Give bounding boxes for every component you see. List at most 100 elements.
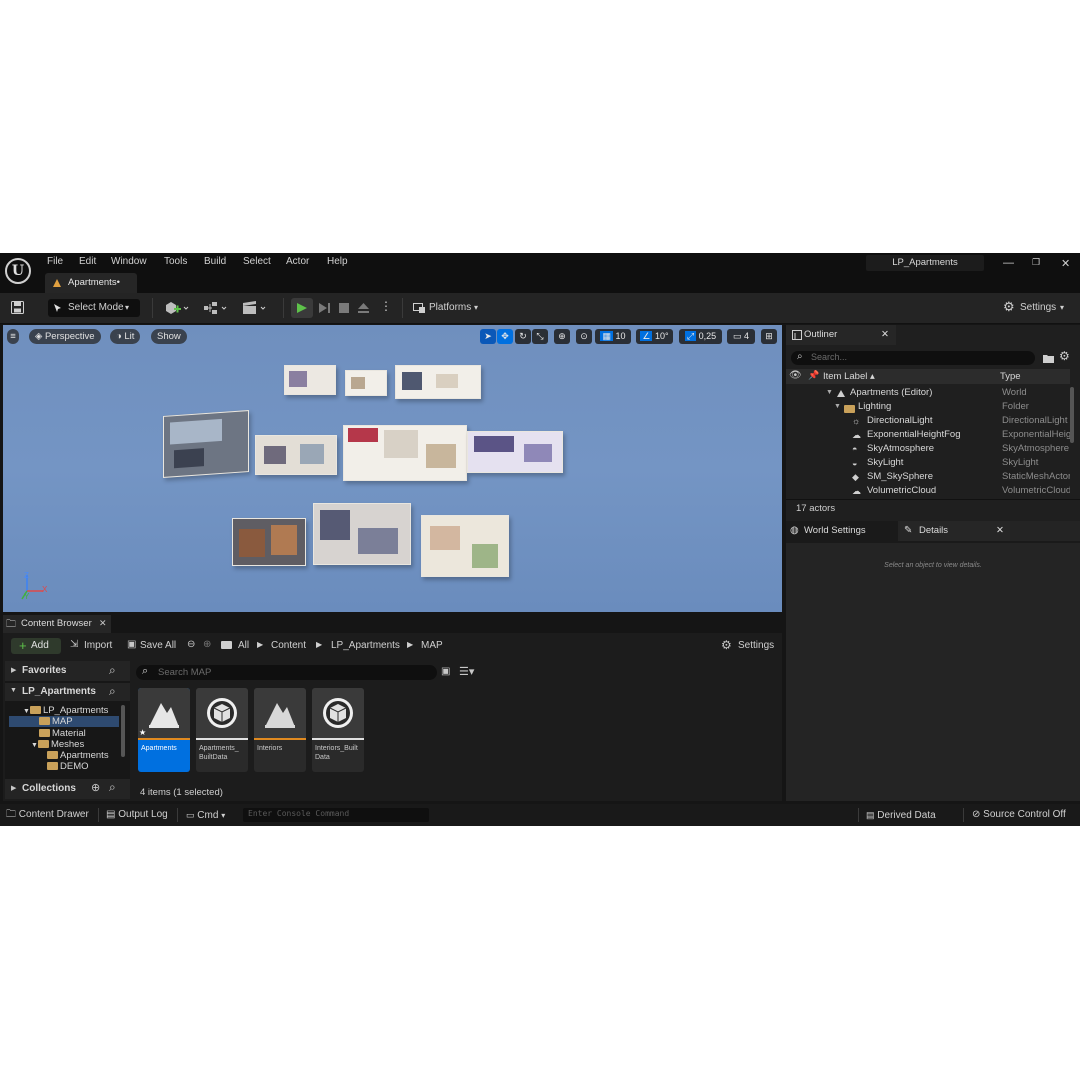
cmd-dropdown[interactable]: ▭ Cmd ▾	[186, 804, 236, 826]
close-icon[interactable]: ✕	[996, 521, 1004, 541]
surface-snap-icon[interactable]: ⊙	[576, 329, 592, 344]
search-icon[interactable]: ⌕	[109, 684, 116, 699]
restore-icon[interactable]: ❐	[1032, 257, 1040, 268]
breadcrumb-content[interactable]: Content	[271, 640, 306, 651]
apartment-model[interactable]	[163, 409, 249, 479]
platforms-dropdown[interactable]: Platforms ▾	[412, 299, 487, 317]
expand-arrow-icon[interactable]: ▼	[834, 400, 841, 414]
outliner-row[interactable]: ◒ SkyLight SkyLight	[786, 456, 1070, 470]
add-actor-icon[interactable]	[165, 301, 189, 315]
tree-item-material[interactable]: Material	[39, 728, 86, 739]
folder-icon[interactable]	[221, 640, 234, 651]
blueprint-icon[interactable]	[203, 301, 229, 315]
outliner-row[interactable]: ◓ SkyAtmosphere SkyAtmosphere	[786, 442, 1070, 456]
settings-dropdown[interactable]: ⚙ Settings ▾	[1003, 299, 1071, 317]
close-icon[interactable]: ✕	[881, 325, 889, 345]
apartment-model[interactable]	[421, 515, 509, 577]
asset-tile-apartments[interactable]: ★ Apartments	[138, 688, 190, 772]
outliner-row[interactable]: ▼ Lighting Folder	[786, 400, 1070, 414]
close-icon[interactable]: ✕	[1061, 257, 1070, 270]
menu-build[interactable]: Build	[204, 256, 226, 267]
menu-tools[interactable]: Tools	[164, 256, 187, 267]
close-icon[interactable]: ✕	[99, 618, 107, 629]
menu-file[interactable]: File	[47, 256, 63, 267]
add-button[interactable]: + Add	[11, 638, 61, 654]
outliner-row[interactable]: ☼ DirectionalLight DirectionalLight	[786, 414, 1070, 428]
move-tool-icon[interactable]: ✥	[497, 329, 513, 344]
camera-speed-button[interactable]: ▭ 4	[727, 329, 755, 344]
column-type[interactable]: Type	[1000, 371, 1021, 382]
save-icon[interactable]	[11, 301, 24, 314]
back-icon[interactable]: ⊖	[187, 639, 195, 650]
visibility-eye-icon[interactable]: 👁	[789, 370, 802, 381]
eject-icon[interactable]	[357, 302, 370, 314]
cinematics-icon[interactable]	[242, 301, 268, 315]
import-button[interactable]: ⇲ Import	[69, 638, 119, 654]
search-icon[interactable]: ⌕	[109, 780, 116, 795]
more-options-icon[interactable]: ⋮	[380, 299, 392, 313]
save-all-button[interactable]: ▣ Save All	[126, 638, 178, 654]
tree-item-meshes[interactable]: ▼ Meshes	[31, 739, 84, 750]
search-icon[interactable]: ⌕	[109, 663, 116, 678]
grid-snap-button[interactable]: ▦ 10	[595, 329, 631, 344]
menu-select[interactable]: Select	[243, 256, 271, 267]
asset-tile-interiors-builtdata[interactable]: Interiors_Built Data	[312, 688, 364, 772]
tree-scrollbar[interactable]	[121, 705, 125, 757]
select-tool-icon[interactable]: ➤	[480, 329, 496, 344]
play-button[interactable]	[291, 298, 313, 318]
minimize-icon[interactable]: —	[1003, 257, 1014, 269]
level-viewport[interactable]: ≡ ◈ Perspective ◑ Lit Show ➤ ✥ ↻ ⤡ ⊕ ⊙ ▦…	[3, 325, 782, 612]
add-collection-icon[interactable]: ⊕	[91, 781, 100, 794]
unreal-logo-icon[interactable]: U	[5, 258, 31, 284]
tree-item-map[interactable]: MAP	[39, 716, 73, 727]
world-local-icon[interactable]: ⊕	[554, 329, 570, 344]
apartment-model[interactable]	[284, 365, 336, 395]
apartment-model[interactable]	[395, 365, 481, 399]
outliner-row[interactable]: ☁ ExponentialHeightFog ExponentialHeight…	[786, 428, 1070, 442]
add-folder-icon[interactable]	[1043, 354, 1054, 363]
favorites-header[interactable]: ▶ Favorites ⌕	[5, 661, 130, 681]
rotate-tool-icon[interactable]: ↻	[515, 329, 531, 344]
scale-snap-button[interactable]: ⤢ 0,25	[679, 329, 722, 344]
column-item-label[interactable]: Item Label ▴	[823, 371, 875, 382]
step-forward-icon[interactable]	[318, 302, 331, 314]
menu-help[interactable]: Help	[327, 256, 348, 267]
apartment-model[interactable]	[345, 370, 387, 396]
outliner-row[interactable]: ▼ Apartments (Editor) World	[786, 386, 1070, 400]
pin-icon[interactable]: 📌	[808, 370, 819, 381]
collections-header[interactable]: ▶ Collections ⊕ ⌕	[5, 779, 130, 799]
tree-item-lp-apartments[interactable]: ▼ LP_Apartments	[23, 705, 108, 716]
tab-details[interactable]: ✎ Details ✕	[900, 521, 1010, 541]
outliner-scrollbar[interactable]	[1070, 387, 1074, 443]
select-mode-dropdown[interactable]: Select Mode ▾	[48, 299, 140, 317]
content-drawer-button[interactable]: 🗀 Content Drawer	[6, 804, 94, 826]
tree-item-demo[interactable]: DEMO	[47, 761, 89, 772]
outliner-row[interactable]: ☁ VolumetricCloud VolumetricCloud	[786, 484, 1070, 498]
maximize-viewport-icon[interactable]: ⊞	[761, 329, 777, 344]
breadcrumb-map[interactable]: MAP	[421, 640, 443, 651]
tab-world-settings[interactable]: ◍ World Settings	[786, 521, 898, 541]
breadcrumb-all[interactable]: All	[238, 640, 249, 651]
asset-search-input[interactable]: ⌕ Search MAP	[136, 665, 437, 680]
tab-content-browser[interactable]: 🗀 Content Browser ✕	[3, 615, 111, 633]
rotation-snap-button[interactable]: ∠ 10°	[636, 329, 673, 344]
filter-icon[interactable]: ☰▾	[459, 665, 474, 678]
expand-arrow-icon[interactable]: ▼	[826, 386, 833, 400]
tab-apartments-level[interactable]: Apartments•	[45, 273, 137, 293]
source-control-button[interactable]: ⊘ Source Control Off	[972, 804, 1078, 826]
cb-settings-button[interactable]: ⚙ Settings	[721, 638, 777, 654]
show-button[interactable]: Show	[151, 329, 187, 344]
tab-outliner[interactable]: Outliner ✕	[786, 325, 896, 345]
menu-window[interactable]: Window	[111, 256, 147, 267]
asset-tile-interiors[interactable]: Interiors	[254, 688, 306, 772]
asset-tile-apartments-builtdata[interactable]: Apartments_ BuiltData	[196, 688, 248, 772]
stop-icon[interactable]	[338, 302, 350, 314]
console-input[interactable]: Enter Console Command	[243, 808, 429, 822]
output-log-button[interactable]: ▤ Output Log	[106, 804, 172, 826]
apartment-model[interactable]	[313, 503, 411, 565]
menu-edit[interactable]: Edit	[79, 256, 96, 267]
apartment-model[interactable]	[255, 435, 337, 475]
breadcrumb-lp-apartments[interactable]: LP_Apartments	[331, 640, 400, 651]
outliner-row[interactable]: ◆ SM_SkySphere StaticMeshActor	[786, 470, 1070, 484]
perspective-button[interactable]: ◈ Perspective	[29, 329, 101, 344]
